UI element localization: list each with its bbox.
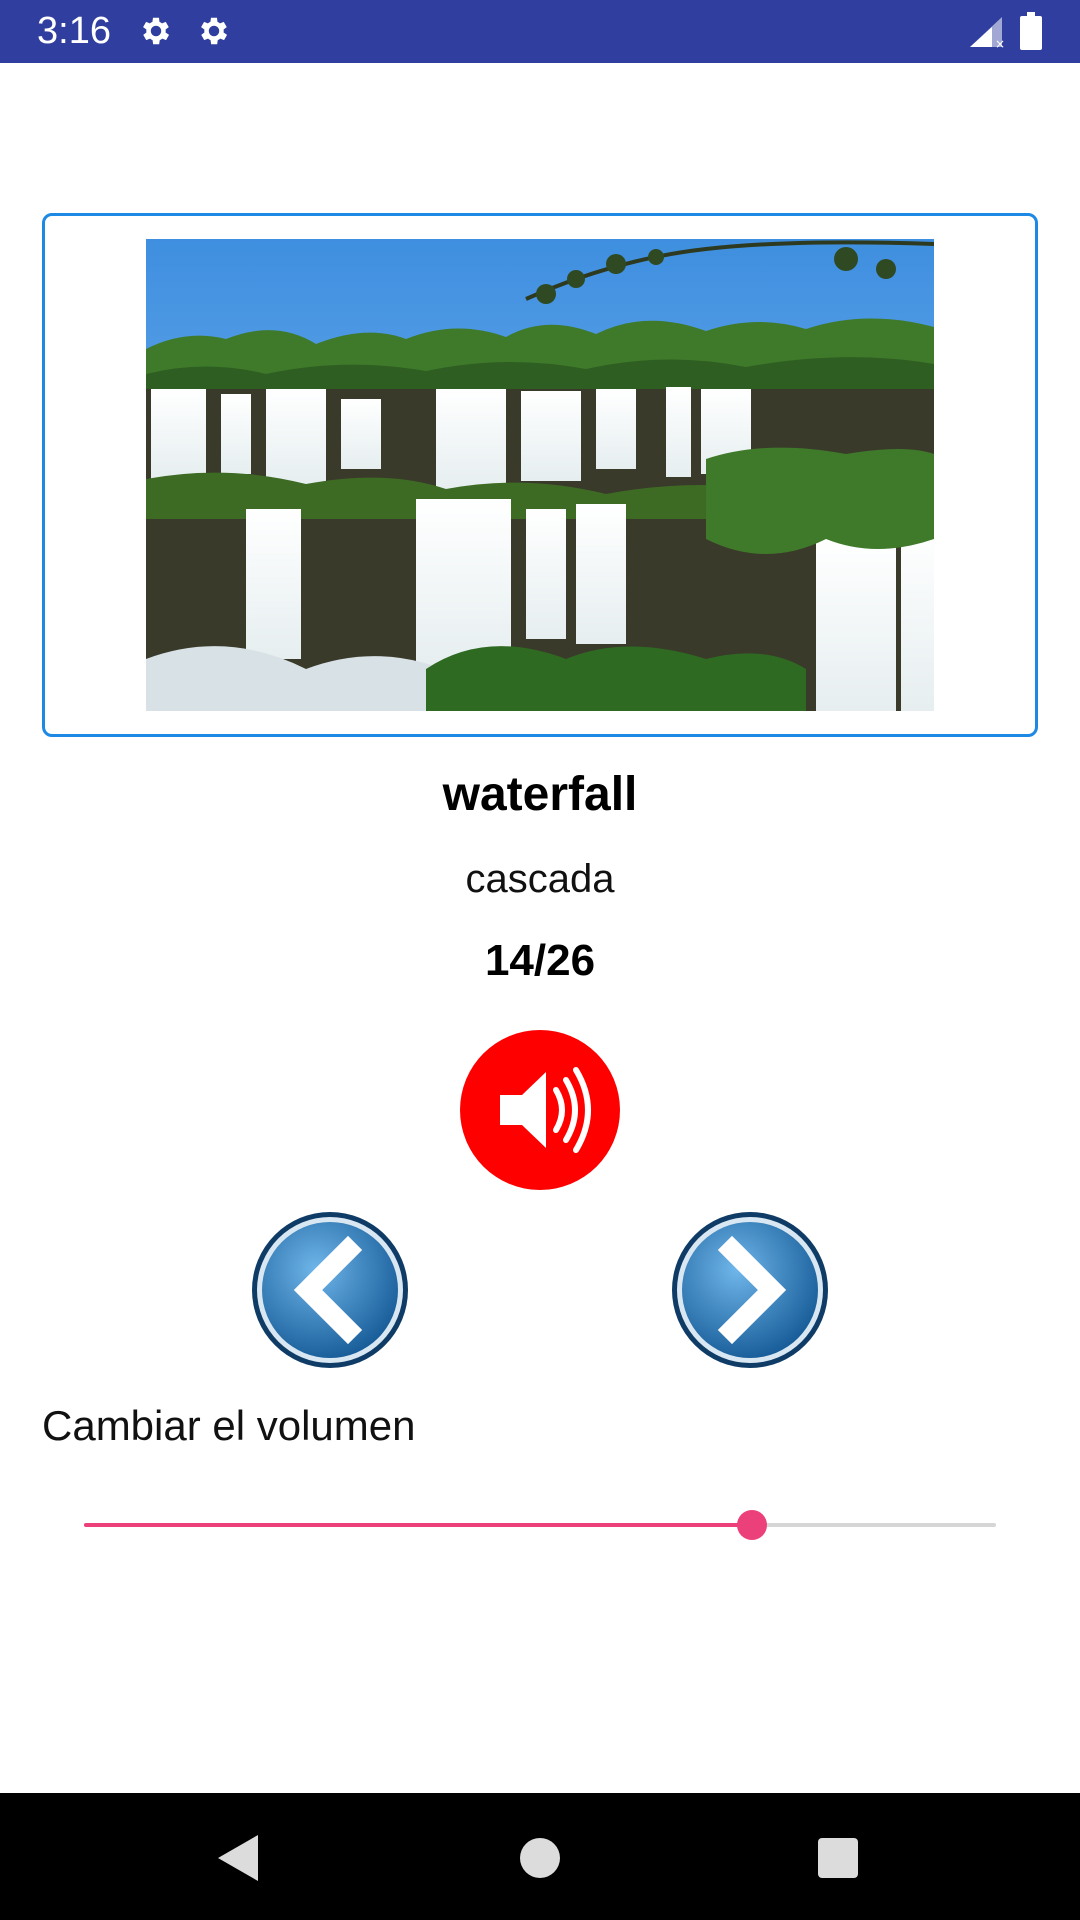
- status-time: 3:16: [37, 10, 111, 52]
- battery-icon: [1020, 12, 1042, 50]
- waterfall-image: [146, 239, 934, 711]
- back-icon[interactable]: [214, 1833, 262, 1883]
- chevron-right-icon: [672, 1212, 828, 1368]
- play-sound-button[interactable]: [460, 1030, 620, 1190]
- home-icon[interactable]: [520, 1838, 560, 1878]
- volume-label: Cambiar el volumen: [42, 1402, 416, 1449]
- status-bar: 3:16 ×: [0, 0, 1080, 63]
- translation-label: cascada: [465, 857, 615, 901]
- system-nav-bar: [0, 1793, 1080, 1920]
- next-button[interactable]: [670, 1210, 830, 1370]
- signal-icon: ×: [970, 17, 1004, 49]
- slider-thumb[interactable]: [737, 1510, 767, 1540]
- progress-counter: 14/26: [484, 936, 596, 985]
- chevron-left-icon: [252, 1212, 408, 1368]
- recents-icon[interactable]: [818, 1838, 858, 1878]
- svg-text:×: ×: [995, 37, 1004, 49]
- gear-icon: [143, 17, 170, 45]
- volume-slider[interactable]: [84, 1510, 996, 1540]
- slider-fill: [84, 1523, 752, 1527]
- screen: 3:16 × waterfall cascada 14/26 Cambiar e…: [0, 0, 1080, 1920]
- previous-button[interactable]: [250, 1210, 410, 1370]
- gear-icon: [201, 17, 228, 45]
- speaker-icon: [500, 1067, 591, 1153]
- word-label: waterfall: [442, 768, 638, 821]
